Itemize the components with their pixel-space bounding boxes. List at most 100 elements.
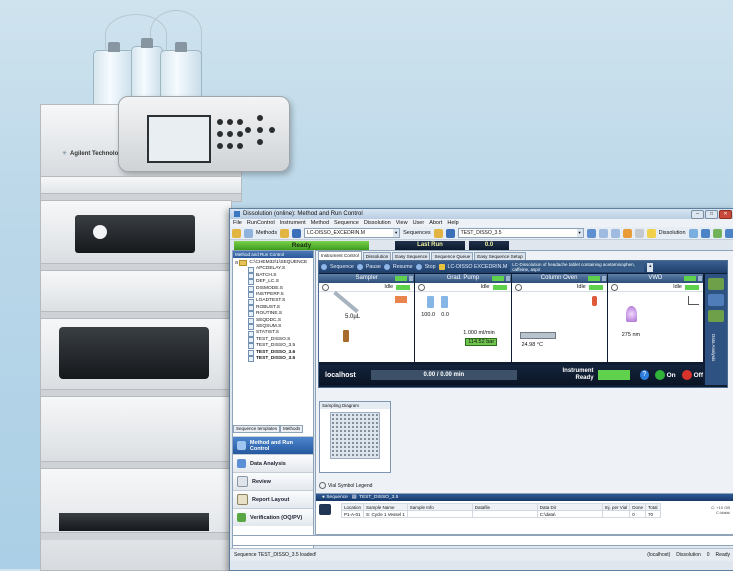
module-status: Idle [415,283,511,292]
pause-button[interactable]: Pause [366,264,381,270]
file-icon [248,324,254,331]
lamp-icon[interactable] [646,228,656,238]
col-inj-per-vial: Inj. per Vial [601,503,631,511]
tab-easy-sequence[interactable]: Easy Sequence [392,252,431,260]
data-analysis-side-panel[interactable]: Data Analysis [705,274,727,385]
file-icon [248,337,254,344]
command-line-input[interactable] [232,535,733,546]
method-select[interactable]: LC-DISSO_EXCEDRIN.M ▼ [304,228,401,238]
module-name: Column Oven [540,275,578,281]
pilot-screen [147,115,211,163]
file-icon [248,266,254,273]
menu-abort[interactable]: Abort [429,220,442,226]
stop-button[interactable]: Stop [425,264,436,270]
close-button[interactable]: ✕ [719,210,732,219]
save-method-icon[interactable] [292,228,302,238]
menu-view[interactable]: View [396,220,408,226]
syringe-icon [333,290,359,314]
minimize-button[interactable]: – [691,210,704,219]
injection-volume: 5.0µL [345,314,361,320]
nav-label: Verification (OQ/PV) [250,514,303,521]
table-icon[interactable] [598,228,608,238]
dissolution-report-icon[interactable] [724,228,733,238]
on-button[interactable]: On [654,370,676,380]
sequence-button[interactable]: Sequence [330,264,354,270]
menu-icon[interactable] [601,276,606,281]
save-sequence-icon[interactable] [445,228,455,238]
module-body: 5.0µL [319,290,414,362]
module-name: Sampler [355,275,378,281]
menu-help[interactable]: Help [447,220,458,226]
report-icon[interactable] [622,228,632,238]
cell-sample-name: S: Cycle 1 Vessel 1 [363,510,408,518]
menu-runcontrol[interactable]: RunControl [247,220,275,226]
dissolution-run-icon[interactable] [700,228,710,238]
menu-file[interactable]: File [233,220,242,226]
off-button[interactable]: Off [681,370,703,380]
menu-method[interactable]: Method [311,220,329,226]
nav-method-run-control[interactable]: Method and Run Control [233,436,313,454]
nav-report-layout[interactable]: Report Layout [233,490,313,508]
flow-rate: 1.000 ml/min [463,330,495,336]
print-icon[interactable] [634,228,644,238]
folder-icon[interactable] [232,228,241,238]
menu-icon[interactable] [505,276,510,281]
file-icon [248,317,254,324]
scroll-arrow-icon[interactable]: ▲ [647,262,654,272]
spectrum-icon[interactable] [708,294,724,306]
status-bar: Sequence TEST_DISSO_3.5 loaded! (localho… [230,548,733,561]
status-count: 0 [706,552,710,558]
open-method-icon[interactable] [280,228,290,238]
maximize-button[interactable]: □ [705,210,718,219]
dissolution-data-icon[interactable] [712,228,722,238]
power-icon[interactable] [418,283,426,291]
power-icon[interactable] [322,283,329,291]
open-sequence-icon[interactable] [433,228,443,238]
nav-review[interactable]: Review [233,472,313,490]
detector-module [40,468,232,571]
status-ready: Ready [715,552,730,558]
params-icon[interactable] [610,228,620,238]
nav-verification[interactable]: Verification (OQ/PV) [233,508,313,526]
vial-rack[interactable] [330,412,380,459]
chromatogram-icon[interactable] [708,278,724,290]
sampling-diagram-title: Sampling Diagram [320,402,390,409]
tab-dissolution[interactable]: Dissolution [362,252,392,260]
pane-tabs: Sequence templates Methods [233,425,304,433]
power-icon[interactable] [514,283,522,291]
menu-bar: File RunControl Instrument Method Sequen… [230,219,733,227]
sample-icon[interactable] [708,310,724,322]
view-switcher: Method and Run Control Data Analysis Rev… [233,436,313,526]
method-description: LC-Dissolution of headache tablet contai… [510,262,645,272]
vial-legend[interactable]: Vial Symbol Legend [319,482,372,489]
nav-label: Method and Run Control [249,439,293,452]
document-icon[interactable] [244,228,253,238]
status-mode: Dissolution [676,552,701,558]
power-icon[interactable] [610,283,618,291]
main-pane: Instrument Control Dissolution Easy Sequ… [315,250,733,494]
tab-methods[interactable]: Methods [280,425,304,433]
menu-instrument[interactable]: Instrument [280,220,306,226]
state-bar [492,284,507,290]
run-icon[interactable] [586,228,596,238]
menu-icon[interactable] [409,276,414,281]
menu-user[interactable]: User [413,220,425,226]
tab-instrument-control[interactable]: Instrument Control [318,251,362,260]
nav-data-analysis[interactable]: Data Analysis [233,454,313,472]
dissolution-label: Dissolution [658,230,686,236]
tree-item-selected[interactable]: TEST_DISSO_3.5 [235,356,311,363]
table-row[interactable]: P1-A-01 S: Cycle 1 Vessel 1 C:\data\ 0 7… [340,510,661,518]
tab-easy-sequence-setup[interactable]: Easy Sequence Setup [474,252,526,260]
tab-sequence-queue[interactable]: Sequence Queue [431,252,474,260]
menu-sequence[interactable]: Sequence [334,220,359,226]
menu-dissolution[interactable]: Dissolution [364,220,391,226]
sequence-play-icon[interactable] [319,504,331,515]
help-button[interactable]: ? [640,370,649,380]
menu-icon[interactable] [698,276,702,281]
resume-button[interactable]: Resume [393,264,413,270]
cell-data-dir: C:\data\ [536,510,603,518]
sequence-select[interactable]: TEST_DISSO_3.5 ▼ [457,228,584,238]
tab-sequence-templates[interactable]: Sequence templates [233,425,281,433]
dissolution-setup-icon[interactable] [688,228,698,238]
sequence-tree: ⊟ C:\CHEM32\1\SEQUENCE APCDELAY.S BATCH.S… [233,258,313,363]
